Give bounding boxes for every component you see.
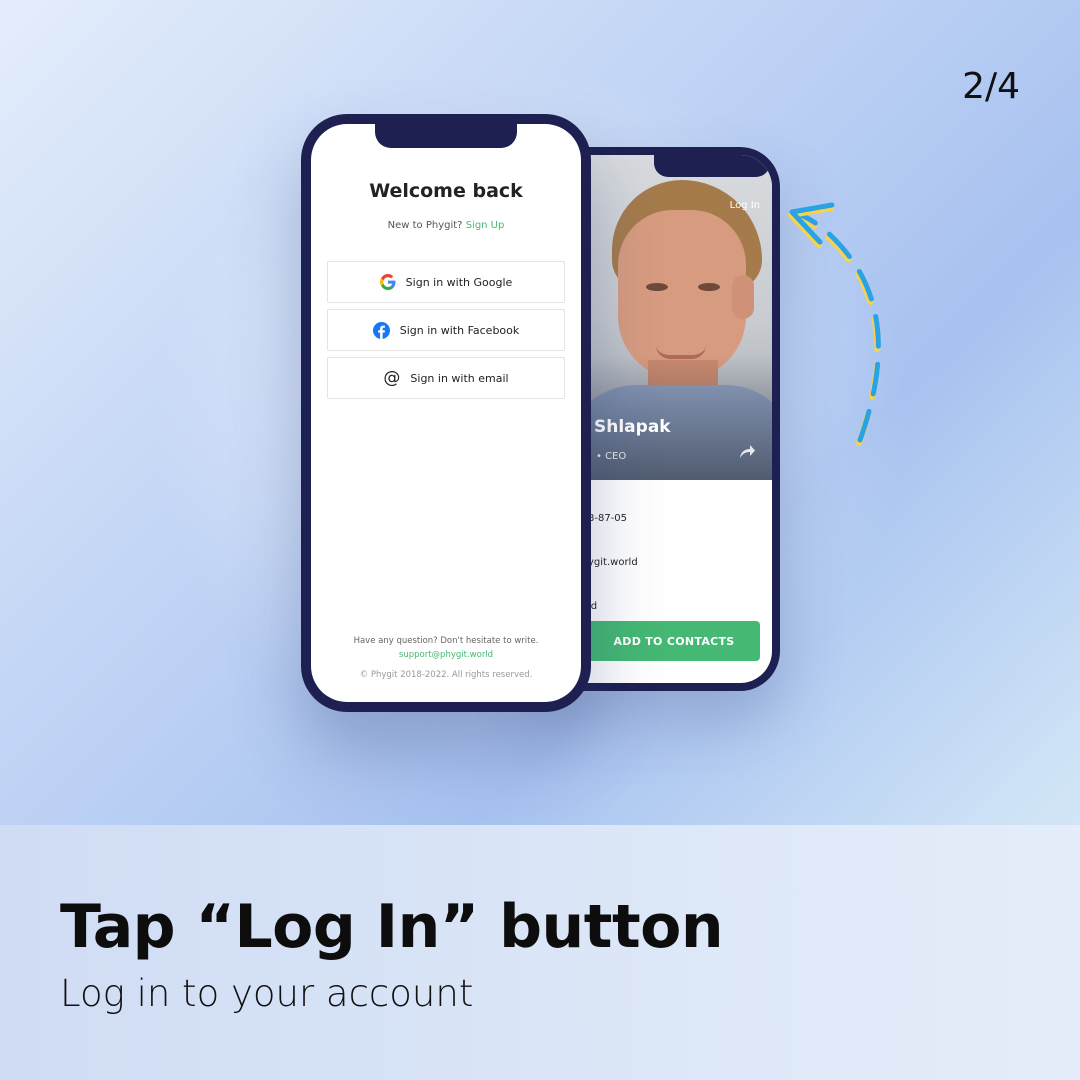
profile-name: Shlapak — [594, 417, 671, 437]
subheadline: Log in to your account — [60, 972, 474, 1015]
new-to-line: New to Phygit? Sign Up — [311, 220, 581, 231]
page-counter: 2/4 — [962, 66, 1020, 107]
curved-arrow-icon — [788, 202, 881, 446]
sign-in-facebook-button[interactable]: Sign in with Facebook — [327, 309, 565, 351]
help-text: Have any question? Don't hesitate to wri… — [353, 636, 539, 646]
phone-notch — [375, 124, 517, 148]
login-phone: Welcome back New to Phygit? Sign Up Sign… — [301, 114, 591, 712]
login-screen: Welcome back New to Phygit? Sign Up Sign… — [311, 124, 581, 702]
add-to-contacts-button[interactable]: ADD TO CONTACTS — [588, 621, 760, 661]
headline: Tap “Log In” button — [60, 892, 724, 962]
copyright-text: © Phygit 2018-2022. All rights reserved. — [359, 670, 533, 680]
log-in-link[interactable]: Log In — [730, 200, 760, 211]
help-text-block: Have any question? Don't hesitate to wri… — [311, 634, 581, 662]
profile-phone-number[interactable]: 8-87-05 — [588, 513, 627, 524]
welcome-title: Welcome back — [369, 180, 523, 202]
sign-in-facebook-label: Sign in with Facebook — [399, 323, 520, 337]
new-to-text: New to Phygit? — [387, 220, 463, 231]
sign-in-email-button[interactable]: @ Sign in with email — [327, 357, 565, 399]
google-icon — [379, 274, 396, 290]
support-email-link[interactable]: support@phygit.world — [311, 648, 581, 662]
profile-email[interactable]: ygit.world — [588, 557, 638, 568]
share-icon[interactable] — [738, 443, 756, 459]
sign-in-google-label: Sign in with Google — [405, 275, 513, 289]
sign-in-google-button[interactable]: Sign in with Google — [327, 261, 565, 303]
facebook-icon — [372, 321, 390, 339]
profile-role: • CEO — [596, 451, 627, 462]
phone-notch — [654, 155, 770, 177]
sign-in-email-label: Sign in with email — [410, 371, 509, 385]
at-icon: @ — [383, 367, 401, 388]
sign-up-link[interactable]: Sign Up — [466, 220, 505, 231]
